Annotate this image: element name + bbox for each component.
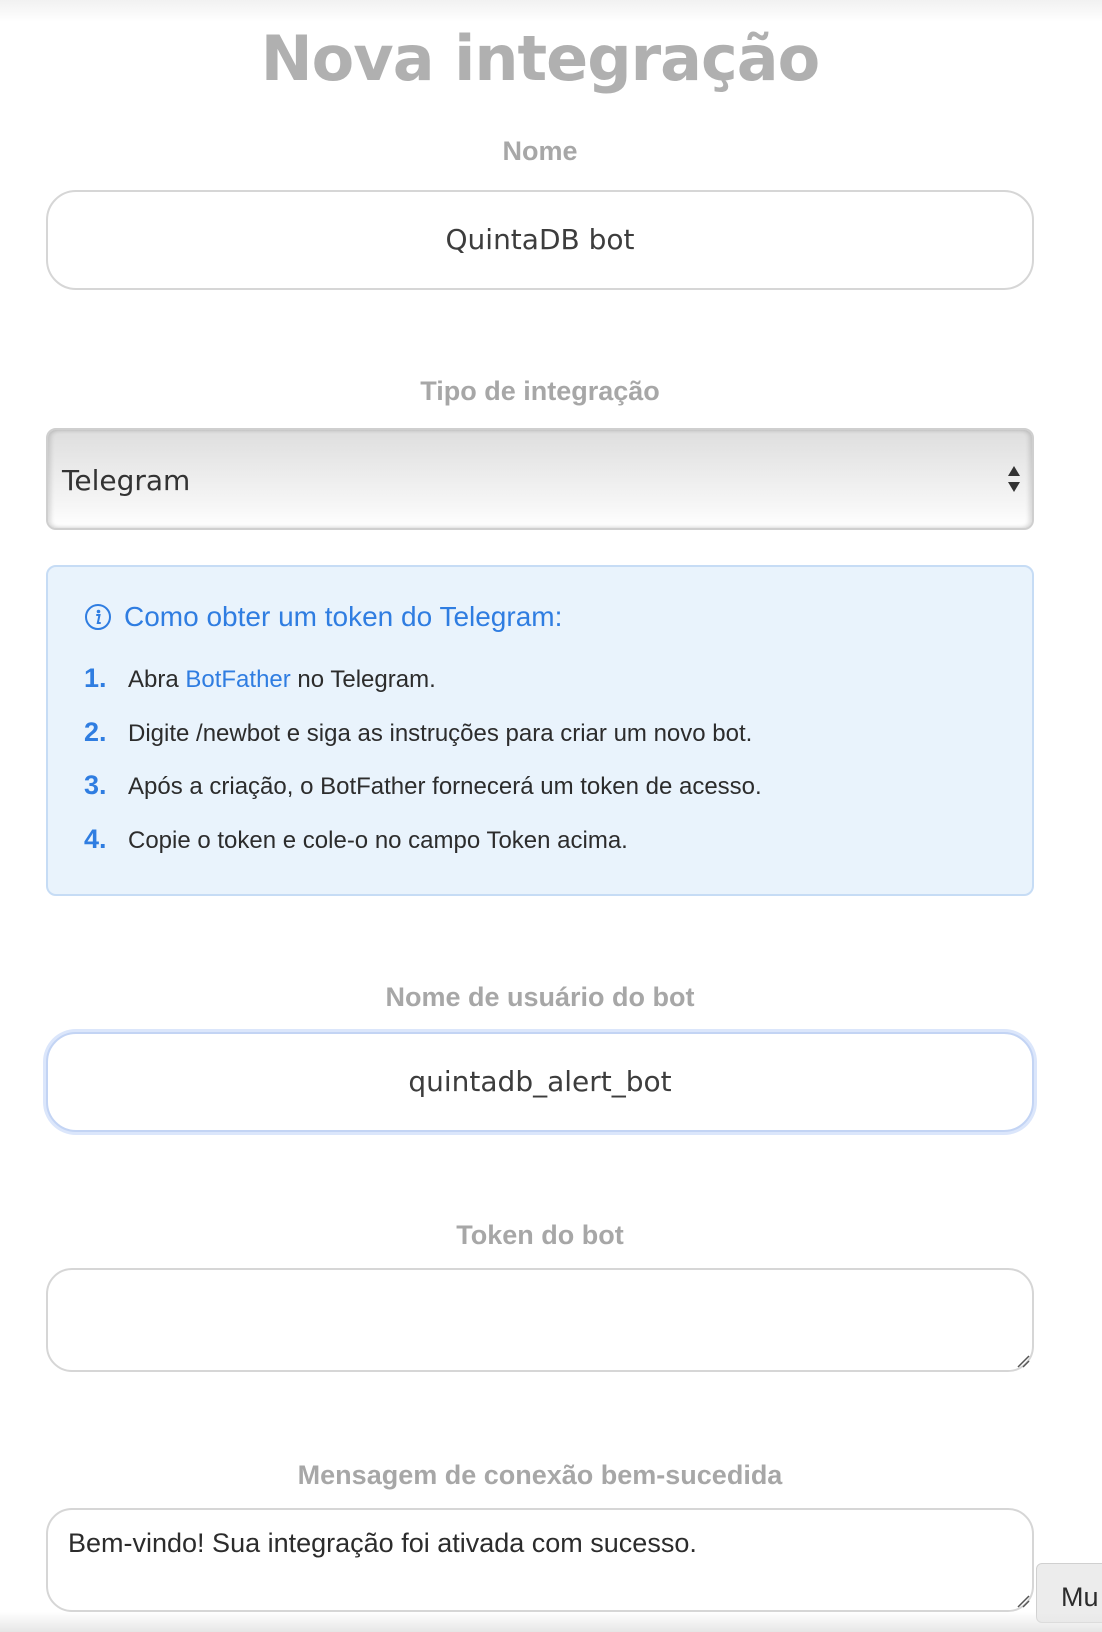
- integration-form-page: Nova integração Nome QuintaDB bot Tipo d…: [0, 0, 1102, 1632]
- bottom-fade: [0, 1612, 1102, 1632]
- bot-username-value: quintadb_alert_bot: [408, 1065, 672, 1098]
- name-input[interactable]: QuintaDB bot: [46, 190, 1034, 290]
- help-step-text-before: Abra: [128, 666, 186, 693]
- botfather-link[interactable]: BotFather: [185, 666, 290, 693]
- bot-username-input[interactable]: quintadb_alert_bot: [46, 1032, 1034, 1132]
- help-step-number: 2.: [84, 717, 107, 747]
- help-step: 1. Abra BotFather no Telegram.: [84, 663, 436, 694]
- integration-type-label: Tipo de integração: [420, 376, 660, 406]
- integration-type-select[interactable]: Telegram: [46, 428, 1034, 530]
- help-step-text: Abra BotFather no Telegram.: [128, 666, 436, 694]
- name-label: Nome: [502, 136, 578, 166]
- page-title: Nova integração: [260, 22, 820, 95]
- help-step-text-after: no Telegram.: [290, 666, 436, 693]
- help-step-text: Copie o token e cole-o no campo Token ac…: [128, 827, 628, 854]
- help-step: 4. Copie o token e cole-o no campo Token…: [84, 824, 628, 855]
- success-message-value: Bem-vindo! Sua integração foi ativada co…: [68, 1528, 697, 1558]
- help-step-text: Após a criação, o BotFather fornecerá um…: [128, 773, 762, 800]
- bot-token-label: Token do bot: [456, 1220, 624, 1250]
- help-step-number: 4.: [84, 824, 107, 854]
- select-arrows-icon: [1008, 466, 1020, 492]
- integration-type-value: Telegram: [62, 464, 191, 497]
- token-help-title: Como obter um token do Telegram:: [124, 601, 563, 632]
- bot-token-textarea[interactable]: [46, 1268, 1034, 1372]
- help-step: 2. Digite /newbot e siga as instruções p…: [84, 717, 752, 748]
- success-message-label: Mensagem de conexão bem-sucedida: [297, 1460, 783, 1490]
- token-help-box: Como obter um token do Telegram: 1. Abra…: [46, 565, 1034, 896]
- resize-grip-icon[interactable]: [1016, 1594, 1030, 1608]
- top-fade: [0, 0, 1102, 22]
- name-input-value: QuintaDB bot: [445, 223, 635, 256]
- bot-username-label: Nome de usuário do bot: [385, 982, 695, 1012]
- help-step: 3. Após a criação, o BotFather fornecerá…: [84, 770, 762, 801]
- help-step-text: Digite /newbot e siga as instruções para…: [128, 720, 753, 747]
- resize-grip-icon[interactable]: [1016, 1354, 1030, 1368]
- help-step-number: 1.: [84, 663, 107, 693]
- token-help-header: Como obter um token do Telegram:: [84, 601, 562, 633]
- success-message-textarea[interactable]: Bem-vindo! Sua integração foi ativada co…: [46, 1508, 1034, 1612]
- info-circle-icon: [85, 604, 111, 630]
- help-step-number: 3.: [84, 770, 107, 800]
